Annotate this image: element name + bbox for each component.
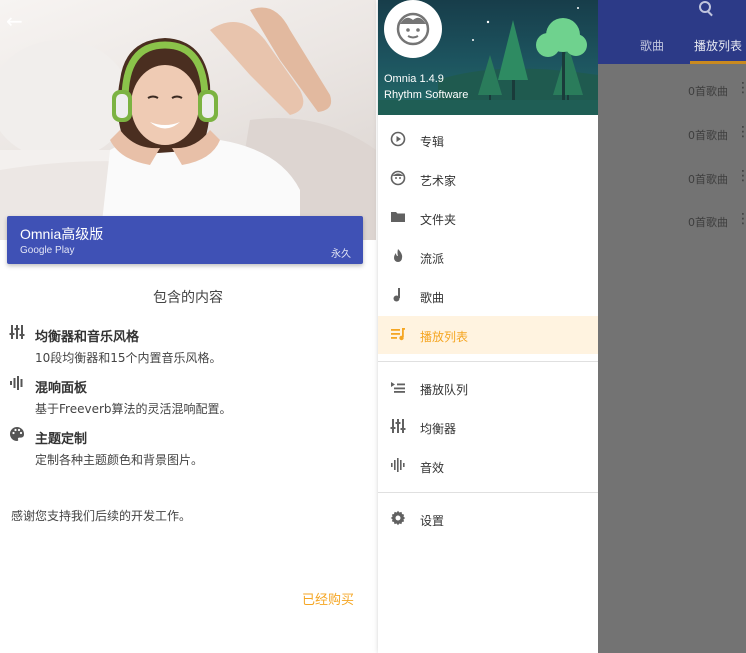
included-heading: 包含的内容 — [153, 290, 223, 306]
drawer-divider — [378, 492, 598, 493]
drawer-item-label: 歌曲 — [420, 291, 445, 305]
drawer-item-sound-effects[interactable]: 音效 — [378, 447, 598, 485]
navigation-drawer: Omnia 1.4.9 Rhythm Software 专辑 艺术家 文件夹 流… — [378, 0, 598, 653]
drawer-item-settings[interactable]: 设置 — [378, 500, 598, 538]
app-version: Omnia 1.4.9 — [384, 73, 444, 85]
drawer-item-label: 音效 — [420, 461, 445, 475]
drawer-item-label: 播放队列 — [420, 383, 469, 397]
store-name: Google Play — [20, 245, 75, 256]
drawer-item-label: 播放列表 — [420, 330, 469, 344]
feature-title-equalizer: 均衡器和音乐风格 — [35, 330, 140, 345]
premium-purchase-card[interactable]: Omnia高级版 Google Play 永久 — [7, 216, 363, 264]
premium-title: Omnia高级版 — [20, 226, 104, 242]
playlist-song-count: 0首歌曲 — [688, 216, 728, 229]
drawer-item-playlists[interactable]: 播放列表 — [378, 316, 598, 354]
active-tab-indicator — [690, 61, 746, 64]
gear-icon — [389, 510, 407, 528]
playlist-icon — [389, 326, 407, 344]
face-icon — [396, 12, 430, 46]
feature-desc-reverb: 基于Freeverb算法的灵活混响配置。 — [35, 402, 232, 416]
music-note-icon — [389, 287, 407, 305]
feature-title-theme: 主题定制 — [35, 432, 88, 447]
drawer-item-folders[interactable]: 文件夹 — [378, 199, 598, 237]
woman-with-headphones-illustration — [0, 7, 376, 240]
more-vert-icon[interactable]: ⋮ — [736, 211, 746, 227]
license-term: 永久 — [331, 249, 351, 260]
already-purchased-button[interactable]: 已经购买 — [302, 589, 354, 608]
drawer-item-songs[interactable]: 歌曲 — [378, 277, 598, 315]
drawer-divider — [378, 361, 598, 362]
feature-title-reverb: 混响面板 — [35, 381, 88, 396]
drawer-item-label: 流派 — [420, 252, 445, 266]
drawer-item-label: 设置 — [420, 514, 445, 528]
genre-icon — [389, 248, 407, 266]
back-arrow-icon[interactable]: ← — [6, 10, 24, 32]
tab-playlists[interactable]: 播放列表 — [694, 37, 742, 54]
feature-desc-theme: 定制各种主题颜色和背景图片。 — [35, 453, 204, 467]
drawer-item-label: 均衡器 — [420, 422, 457, 436]
drawer-item-label: 文件夹 — [420, 213, 457, 227]
playlist-song-count: 0首歌曲 — [688, 173, 728, 186]
equalizer-icon — [389, 418, 407, 436]
feature-desc-equalizer: 10段均衡器和15个内置音乐风格。 — [35, 351, 222, 365]
more-vert-icon[interactable]: ⋮ — [736, 168, 746, 184]
drawer-item-queue[interactable]: 播放队列 — [378, 369, 598, 407]
artist-icon — [389, 170, 407, 188]
avatar[interactable] — [384, 0, 442, 58]
more-vert-icon[interactable]: ⋮ — [736, 124, 746, 140]
palette-icon — [8, 426, 26, 444]
drawer-item-label: 专辑 — [420, 135, 445, 149]
library-background: 歌曲 播放列表 0首歌曲 ⋮ 0首歌曲 ⋮ 0首歌曲 ⋮ 0首歌曲 ⋮ — [598, 0, 746, 653]
thanks-text: 感谢您支持我们后续的开发工作。 — [11, 509, 192, 523]
drawer-header: Omnia 1.4.9 Rhythm Software — [378, 0, 598, 115]
drawer-item-genres[interactable]: 流派 — [378, 238, 598, 276]
more-vert-icon[interactable]: ⋮ — [736, 80, 746, 96]
waveform-icon — [8, 375, 26, 393]
queue-icon — [389, 379, 407, 397]
hero-image — [0, 0, 376, 240]
drawer-item-label: 艺术家 — [420, 174, 457, 188]
album-icon — [389, 131, 407, 149]
drawer-item-equalizer[interactable]: 均衡器 — [378, 408, 598, 446]
playlist-song-count: 0首歌曲 — [688, 85, 728, 98]
waveform-icon — [389, 457, 407, 475]
library-toolbar: 歌曲 播放列表 — [598, 0, 746, 64]
playlist-song-count: 0首歌曲 — [688, 129, 728, 142]
equalizer-icon — [8, 324, 26, 342]
folder-icon — [389, 209, 407, 227]
premium-purchase-screen: ← Omnia高级版 Google Play 永久 包含的内容 均衡器和音乐风格… — [0, 0, 376, 653]
tab-songs[interactable]: 歌曲 — [640, 37, 664, 54]
drawer-item-albums[interactable]: 专辑 — [378, 121, 598, 159]
drawer-item-artists[interactable]: 艺术家 — [378, 160, 598, 198]
company-name: Rhythm Software — [384, 89, 469, 101]
search-icon[interactable] — [698, 0, 716, 18]
